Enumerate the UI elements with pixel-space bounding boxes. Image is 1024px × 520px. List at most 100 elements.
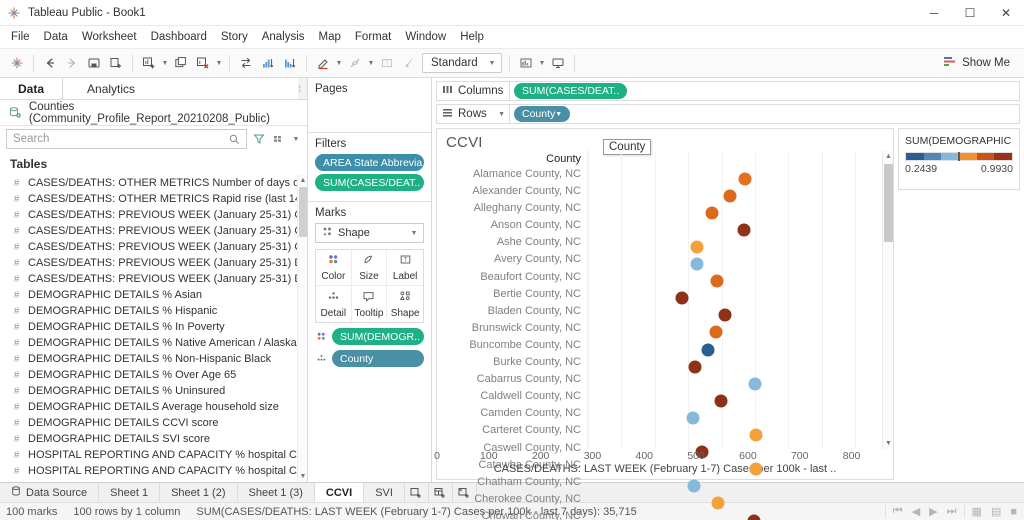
menu-data[interactable]: Data	[37, 28, 75, 46]
tab-sheet-1-2[interactable]: Sheet 1 (2)	[160, 483, 238, 502]
first-record-icon[interactable]: ⏮	[893, 505, 903, 518]
scatter-point[interactable]	[690, 257, 704, 271]
tab-ccvi[interactable]: CCVI	[314, 483, 365, 502]
data-pane-grip-icon[interactable]: ⁞	[298, 78, 307, 99]
group-caret-icon[interactable]: ▼	[366, 60, 376, 67]
search-box[interactable]	[6, 129, 247, 149]
clear-sheet-caret-icon[interactable]: ▼	[214, 60, 224, 67]
view-scroll-thumb[interactable]	[884, 164, 893, 242]
scatter-point[interactable]	[709, 325, 723, 339]
field-item[interactable]: # CASES/DEATHS: OTHER METRICS Number of d…	[0, 175, 307, 191]
marks-pill-sum-demographic[interactable]: SUM(DEMOGR..	[332, 328, 424, 345]
menu-window[interactable]: Window	[398, 28, 453, 46]
highlight-icon[interactable]	[312, 52, 334, 74]
row-header-label[interactable]: Ashe County, NC	[497, 234, 581, 251]
marks-color-button[interactable]: Color	[316, 250, 352, 286]
show-me-button[interactable]: Show Me	[943, 55, 1018, 71]
presentation-mode-icon[interactable]	[547, 52, 569, 74]
scatter-point[interactable]	[686, 411, 700, 425]
new-data-source-icon[interactable]	[105, 52, 127, 74]
scatter-point[interactable]	[747, 514, 761, 520]
tableau-home-icon[interactable]	[6, 52, 28, 74]
field-item[interactable]: # DEMOGRAPHIC DETAILS % Hispanic	[0, 303, 307, 319]
menu-file[interactable]: File	[4, 28, 37, 46]
pages-shelf[interactable]: Pages	[308, 78, 431, 133]
close-button[interactable]: ✕	[988, 0, 1024, 26]
new-dashboard-tab-icon[interactable]	[429, 483, 453, 502]
swap-rows-cols-icon[interactable]	[235, 52, 257, 74]
row-header-label[interactable]: Buncombe County, NC	[469, 337, 581, 354]
field-item[interactable]: # CASES/DEATHS: PREVIOUS WEEK (January 25…	[0, 207, 307, 223]
scatter-point[interactable]	[738, 172, 752, 186]
row-header-label[interactable]: Anson County, NC	[491, 217, 581, 234]
new-worksheet-icon[interactable]	[138, 52, 160, 74]
full-view-icon[interactable]: ■	[1010, 506, 1017, 518]
view-options-caret-icon[interactable]: ▼	[291, 136, 301, 143]
row-header-label[interactable]: Brunswick County, NC	[472, 320, 581, 337]
field-item[interactable]: # CASES/DEATHS: PREVIOUS WEEK (January 25…	[0, 255, 307, 271]
row-header-label[interactable]: Caldwell County, NC	[480, 388, 581, 405]
field-item[interactable]: # DEMOGRAPHIC DETAILS % Over Age 65	[0, 367, 307, 383]
highlight-caret-icon[interactable]: ▼	[334, 60, 344, 67]
fixed-axis-icon[interactable]	[398, 52, 420, 74]
scatter-point[interactable]	[737, 223, 751, 237]
rows-pill-county[interactable]: County ▼	[514, 106, 571, 122]
menu-dashboard[interactable]: Dashboard	[144, 28, 214, 46]
field-item[interactable]: # CASES/DEATHS: PREVIOUS WEEK (January 25…	[0, 239, 307, 255]
field-item[interactable]: # CASES/DEATHS: OTHER METRICS Rapid rise …	[0, 191, 307, 207]
legend-gradient-bar[interactable]	[905, 152, 1013, 161]
field-item[interactable]: # DEMOGRAPHIC DETAILS % Uninsured	[0, 383, 307, 399]
fit-axis-icon[interactable]	[515, 52, 537, 74]
save-icon[interactable]	[83, 52, 105, 74]
view-scroll-down-icon[interactable]: ▼	[883, 438, 894, 449]
field-item[interactable]: # DEMOGRAPHIC DETAILS % Non-Hispanic Blac…	[0, 351, 307, 367]
field-item[interactable]: # CASES/DEATHS: PREVIOUS WEEK (January 25…	[0, 271, 307, 287]
menu-worksheet[interactable]: Worksheet	[75, 28, 144, 46]
scatter-point[interactable]	[723, 189, 737, 203]
scatter-point[interactable]	[687, 479, 701, 493]
field-item[interactable]: # DEMOGRAPHIC DETAILS % Native American /…	[0, 335, 307, 351]
scatter-point[interactable]	[675, 291, 689, 305]
field-item[interactable]: # HOSPITAL REPORTING AND CAPACITY % hospi…	[0, 463, 307, 479]
menu-map[interactable]: Map	[312, 28, 348, 46]
tab-data[interactable]: Data	[0, 78, 64, 99]
row-header-label[interactable]: Burke County, NC	[493, 354, 581, 371]
menu-story[interactable]: Story	[214, 28, 255, 46]
scatter-point[interactable]	[748, 377, 762, 391]
sort-descending-icon[interactable]	[279, 52, 301, 74]
row-header-label[interactable]: Chowan County, NC	[482, 508, 581, 520]
row-header-label[interactable]: Bertie County, NC	[493, 286, 581, 303]
minimize-button[interactable]: ─	[916, 0, 952, 26]
back-icon[interactable]	[39, 52, 61, 74]
marks-type-selector[interactable]: Shape ▼	[315, 223, 424, 243]
field-item[interactable]: # HOSPITAL REPORTING AND CAPACITY % hospi…	[0, 479, 307, 482]
scatter-point[interactable]	[749, 462, 763, 476]
group-icon[interactable]	[344, 52, 366, 74]
marks-shape-button[interactable]: Shape	[387, 286, 423, 322]
row-header-label[interactable]: Alexander County, NC	[472, 183, 581, 200]
field-item[interactable]: # DEMOGRAPHIC DETAILS CCVI score	[0, 415, 307, 431]
search-input[interactable]	[13, 133, 226, 145]
clear-sheet-icon[interactable]	[192, 52, 214, 74]
scatter-point[interactable]	[710, 274, 724, 288]
row-header-label[interactable]: Alamance County, NC	[473, 166, 581, 183]
scatter-point[interactable]	[718, 308, 732, 322]
row-header-label[interactable]: Beaufort County, NC	[480, 269, 581, 286]
previous-record-icon[interactable]: ◀	[912, 505, 920, 518]
field-item[interactable]: # DEMOGRAPHIC DETAILS % Asian	[0, 287, 307, 303]
tab-svi[interactable]: SVI	[364, 483, 405, 502]
pages-drop-zone[interactable]	[315, 99, 424, 125]
field-item[interactable]: # HOSPITAL REPORTING AND CAPACITY % hospi…	[0, 447, 307, 463]
view-options-icon[interactable]	[271, 131, 287, 147]
view-scroll-up-icon[interactable]: ▲	[883, 151, 894, 162]
view-vertical-scrollbar[interactable]: ▲ ▼	[882, 151, 893, 449]
marks-detail-button[interactable]: Detail	[316, 286, 352, 322]
fit-selector[interactable]: Standard ▼	[422, 53, 502, 73]
rows-caret-icon[interactable]: ▼	[498, 111, 509, 118]
row-header-label[interactable]: Carteret County, NC	[482, 422, 581, 439]
scatter-point[interactable]	[701, 343, 715, 357]
datasource-row[interactable]: Counties (Community_Profile_Report_20210…	[0, 100, 307, 126]
menu-format[interactable]: Format	[348, 28, 398, 46]
view-mode-controls[interactable]: ▦ ▤ ■	[963, 505, 1024, 518]
scatter-point[interactable]	[688, 360, 702, 374]
